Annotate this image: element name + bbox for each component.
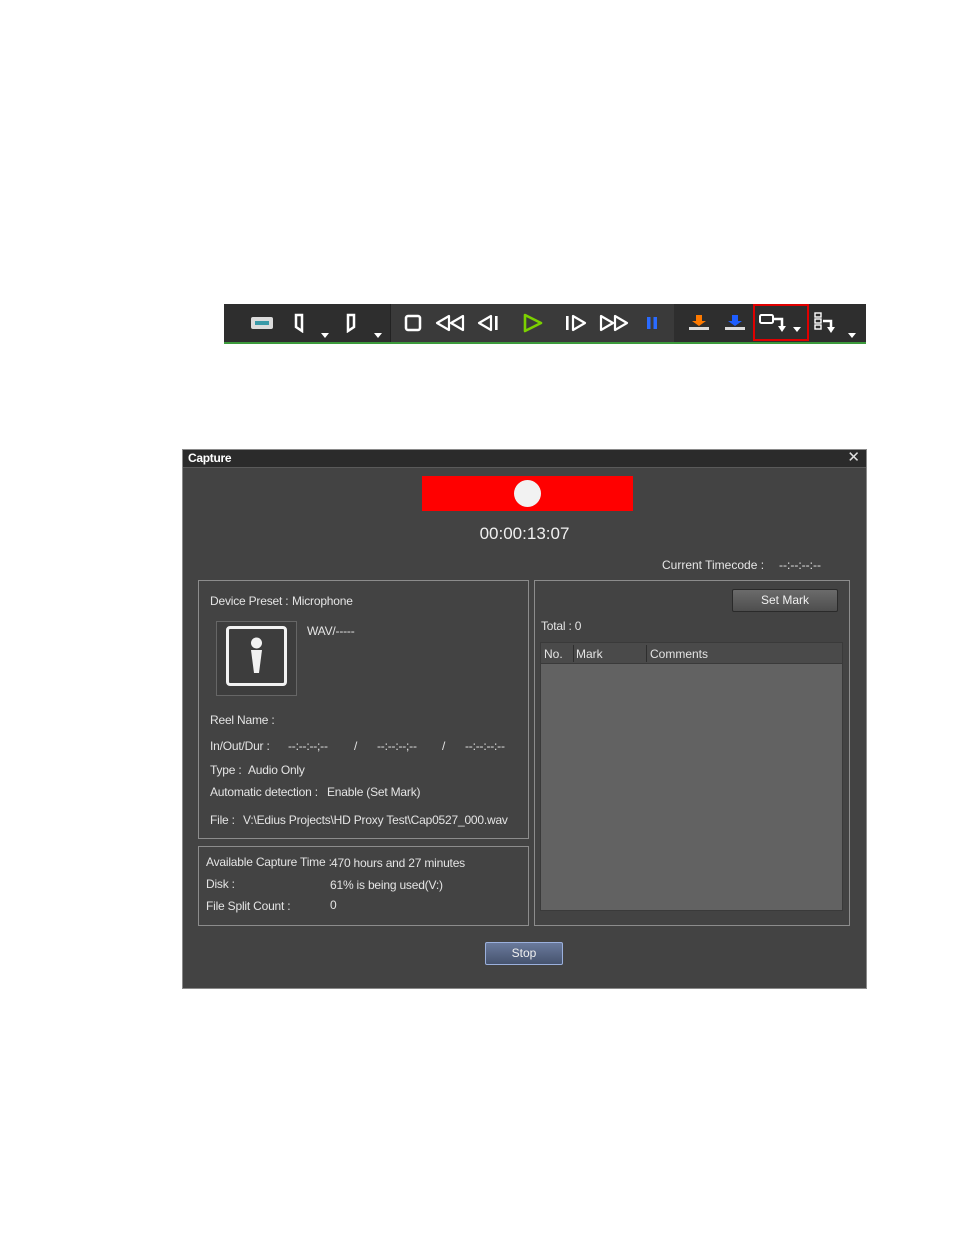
current-timecode-value: --:--:--:-- [779, 558, 821, 572]
record-dot-icon [514, 480, 541, 507]
device-preset-value: Microphone [292, 594, 353, 608]
current-timecode-label: Current Timecode : [662, 558, 765, 572]
recording-indicator [422, 476, 633, 511]
format-value: WAV/----- [307, 624, 355, 638]
device-info-panel: Device Preset : Microphone WAV/----- Ree… [198, 580, 529, 839]
auto-detect-label: Automatic detection : [210, 785, 318, 799]
capture-dialog: Capture ✕ 00:00:13:07 Current Timecode :… [182, 449, 867, 989]
capture-info-panel: Available Capture Time : 470 hours and 2… [198, 846, 529, 926]
column-divider[interactable] [573, 645, 574, 662]
dialog-title: Capture [188, 451, 232, 465]
mark-list-header: No. Mark Comments [541, 643, 842, 664]
file-split-value: 0 [330, 898, 337, 912]
file-label: File : [210, 813, 235, 827]
rewind-icon[interactable] [434, 309, 466, 337]
device-thumbnail [216, 621, 297, 696]
insert-to-timeline-icon[interactable] [686, 309, 712, 337]
step-back-icon[interactable] [474, 309, 502, 337]
column-no[interactable]: No. [544, 647, 563, 661]
capture-icon[interactable] [753, 304, 809, 341]
tape-icon[interactable] [248, 309, 276, 337]
fast-forward-icon[interactable] [598, 309, 630, 337]
mark-list[interactable]: No. Mark Comments [540, 642, 843, 911]
batch-capture-dropdown-icon[interactable] [848, 326, 856, 338]
pause-icon[interactable] [642, 309, 662, 337]
play-icon[interactable] [520, 309, 546, 337]
out-dur-separator: / [442, 739, 446, 753]
stop-button[interactable]: Stop [485, 942, 563, 965]
out-value: --:--:--;-- [377, 739, 417, 753]
file-split-label: File Split Count : [206, 899, 291, 913]
capture-toolbar [224, 304, 866, 344]
column-divider[interactable] [646, 645, 647, 662]
title-bar: Capture ✕ [183, 450, 866, 468]
mark-in-dropdown-icon[interactable] [321, 326, 329, 338]
in-out-separator: / [354, 739, 358, 753]
total-count: Total : 0 [541, 619, 582, 633]
step-forward-icon[interactable] [562, 309, 590, 337]
reel-name-label: Reel Name : [210, 713, 275, 727]
auto-detect-value: Enable (Set Mark) [327, 785, 421, 799]
column-mark[interactable]: Mark [576, 647, 603, 661]
batch-capture-icon[interactable] [812, 309, 842, 337]
device-preset-label: Device Preset : [210, 594, 289, 608]
mark-in-icon[interactable] [290, 309, 308, 337]
mark-out-icon[interactable] [342, 309, 360, 337]
type-label: Type : [210, 763, 242, 777]
set-mark-button[interactable]: Set Mark [732, 589, 838, 612]
in-value: --:--:--;-- [288, 739, 328, 753]
microphone-icon [226, 626, 287, 686]
capture-timecode: 00:00:13:07 [479, 524, 570, 543]
mark-out-dropdown-icon[interactable] [374, 326, 382, 338]
close-icon[interactable]: ✕ [847, 450, 860, 466]
inoutdur-label: In/Out/Dur : [210, 739, 270, 753]
column-comments[interactable]: Comments [650, 647, 708, 661]
mark-list-panel: Set Mark Total : 0 No. Mark Comments [534, 580, 850, 926]
disk-label: Disk : [206, 877, 235, 891]
available-time-label: Available Capture Time : [206, 855, 332, 869]
stop-icon[interactable] [401, 309, 425, 337]
available-time-value: 470 hours and 27 minutes [331, 856, 465, 870]
file-value: V:\Edius Projects\HD Proxy Test\Cap0527_… [243, 813, 508, 827]
dur-value: --:--:--:-- [465, 739, 505, 753]
overwrite-to-timeline-icon[interactable] [722, 309, 748, 337]
type-value: Audio Only [248, 763, 305, 777]
disk-value: 61% is being used(V:) [330, 878, 443, 892]
